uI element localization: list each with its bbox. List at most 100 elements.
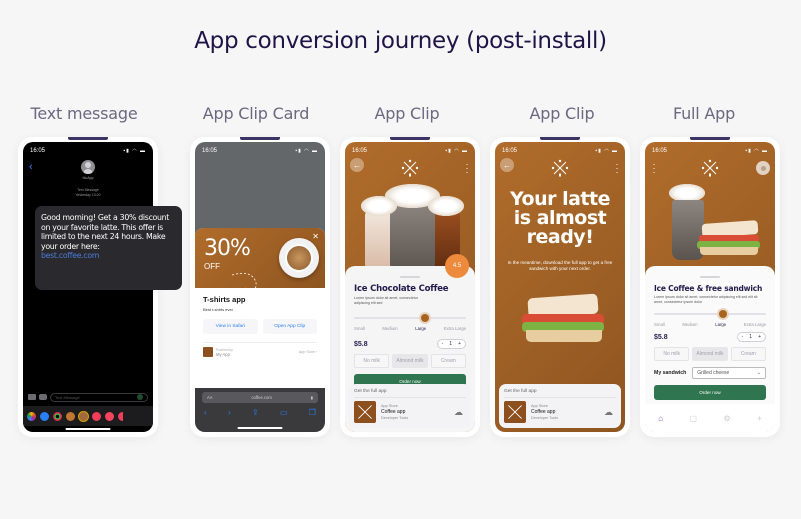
size-large[interactable]: Large xyxy=(415,326,426,331)
status-time: 16:05 xyxy=(352,148,368,154)
sandwich-select[interactable]: Grilled cheese ⌄ xyxy=(692,367,766,379)
text-message-input[interactable]: Text Message xyxy=(50,392,148,402)
app-store-app-icon[interactable] xyxy=(40,411,49,421)
milk-option-no-milk[interactable]: No milk xyxy=(654,347,690,361)
milk-option-almond[interactable]: Almond milk xyxy=(692,347,728,361)
increment-button[interactable]: + xyxy=(758,334,761,340)
tab-bag-icon[interactable]: ▢ xyxy=(690,414,698,423)
milk-option-almond[interactable]: Almond milk xyxy=(392,354,428,368)
safari-toolbar: AA coffee.com ▮ ‹ › ⇪ ▭ ❐ xyxy=(195,388,325,432)
signal-wifi-battery-icon: ▪︎▮ ◠ ▬ xyxy=(595,148,618,154)
back-arrow-button[interactable]: ← xyxy=(350,158,364,172)
bookmarks-icon[interactable]: ▭ xyxy=(280,408,288,417)
open-app-clip-button[interactable]: Open App Clip xyxy=(262,319,317,334)
download-cloud-icon[interactable]: ☁ xyxy=(454,407,463,418)
sheet-handle[interactable] xyxy=(400,276,420,278)
label-text-message: Text message xyxy=(30,104,138,123)
powered-by-row: Powered by My App App Store › xyxy=(203,342,317,357)
tab-settings-icon[interactable]: ⚙ xyxy=(724,414,731,423)
milk-option-cream[interactable]: Cream xyxy=(730,347,766,361)
sms-link[interactable]: best.coffee.com xyxy=(41,251,176,261)
milk-option-cream[interactable]: Cream xyxy=(430,354,466,368)
signal-wifi-battery-icon: ▪︎▮ ◠ ▬ xyxy=(745,148,768,154)
signal-wifi-battery-icon: ▪︎▮ ◠ ▬ xyxy=(295,148,318,154)
send-icon[interactable] xyxy=(137,394,143,400)
size-small[interactable]: Small xyxy=(654,322,665,327)
photos-app-icon[interactable] xyxy=(27,411,36,421)
tabs-icon[interactable]: ❐ xyxy=(309,408,316,417)
clip-card-body: T-shirts app Best t-shirts ever View in … xyxy=(195,288,325,364)
camera-icon[interactable] xyxy=(28,394,36,400)
coffee-app-icon xyxy=(354,401,376,423)
chevron-down-icon: ⌄ xyxy=(756,370,761,376)
more-app-icon[interactable] xyxy=(118,411,123,421)
app-developer: Developer Tools xyxy=(381,416,409,420)
menu-icon[interactable]: · · · xyxy=(651,160,657,177)
tab-add-icon[interactable]: + xyxy=(757,414,762,423)
increment-button[interactable]: + xyxy=(458,341,461,347)
get-full-app-label: Get the full app xyxy=(354,389,466,398)
size-large[interactable]: Large xyxy=(715,322,726,327)
size-medium[interactable]: Medium xyxy=(682,322,697,327)
size-slider-knob[interactable] xyxy=(718,310,727,318)
clip-app-name: T-shirts app xyxy=(203,295,246,304)
size-slider-knob[interactable] xyxy=(421,314,430,322)
animoji-app-icon[interactable] xyxy=(79,411,88,421)
size-extra-large[interactable]: Extra Large xyxy=(744,322,766,327)
memoji-app-icon[interactable] xyxy=(66,411,75,421)
back-icon[interactable]: ‹ xyxy=(204,408,207,417)
my-app-icon xyxy=(203,347,213,357)
forward-icon[interactable]: › xyxy=(228,408,231,417)
size-extra-large[interactable]: Extra Large xyxy=(444,326,466,331)
sandwich-label: My sandwich xyxy=(654,370,687,376)
app-store-row: App Store Coffee app Developer Tools ☁ xyxy=(504,401,616,423)
imessage-app-tray xyxy=(23,406,153,426)
quantity-value: 1 xyxy=(449,341,453,347)
get-full-app-banner[interactable]: Get the full app App Store Coffee app De… xyxy=(349,384,471,428)
microphone-icon[interactable]: ▮ xyxy=(311,395,313,400)
milk-options: No milk Almond milk Cream xyxy=(354,354,466,368)
view-in-safari-button[interactable]: View in Safari xyxy=(203,319,258,334)
app-name: Coffee app xyxy=(531,409,556,415)
tab-home-icon[interactable]: ⌂ xyxy=(658,414,663,423)
order-now-button[interactable]: Order now xyxy=(654,385,766,400)
quantity-stepper[interactable]: -1 + xyxy=(436,339,466,349)
sheet-handle[interactable] xyxy=(700,276,720,278)
size-medium[interactable]: Medium xyxy=(382,326,397,331)
safari-address-bar[interactable]: AA coffee.com ▮ xyxy=(202,392,318,403)
size-slider[interactable] xyxy=(654,310,766,318)
clip-app-subtitle: Best t-shirts ever xyxy=(203,307,234,312)
more-menu-icon[interactable]: · · · xyxy=(464,160,470,177)
full-app-screen: 16:05 ▪︎▮ ◠ ▬ · · · Ice Coffee & free sand… xyxy=(645,142,775,432)
coffee-logo-icon xyxy=(551,159,569,177)
contact-avatar[interactable] xyxy=(81,160,95,174)
sms-message-text: Good morning! Get a 30% discount on your… xyxy=(41,213,170,251)
coffee-cup-image xyxy=(279,238,319,278)
back-arrow-button[interactable]: ← xyxy=(500,158,514,172)
search-images-app-icon[interactable] xyxy=(92,411,101,421)
back-chevron-icon[interactable]: ‹ xyxy=(29,161,33,173)
download-cloud-icon[interactable]: ☁ xyxy=(604,407,613,418)
size-slider[interactable] xyxy=(354,314,466,322)
app-store-link[interactable]: App Store › xyxy=(299,350,317,354)
more-menu-icon[interactable]: · · · xyxy=(614,160,620,177)
product-description: Lorem ipsum dolor sit amet, consectetur … xyxy=(654,295,758,304)
milk-option-no-milk[interactable]: No milk xyxy=(354,354,390,368)
close-icon[interactable]: ✕ xyxy=(312,232,319,241)
price-row: $5.8 -1 + xyxy=(354,339,466,349)
size-small[interactable]: Small xyxy=(354,326,365,331)
decrement-button[interactable]: - xyxy=(742,334,744,340)
phone-app-clip-order: 16:05 ▪︎▮ ◠ ▬ ← · · · 4.5 Ice Chocolate Co… xyxy=(340,137,480,437)
app-store-icon[interactable] xyxy=(39,394,47,400)
quantity-stepper[interactable]: -1 + xyxy=(736,332,766,342)
profile-avatar[interactable] xyxy=(756,161,770,175)
share-icon[interactable]: ⇪ xyxy=(252,408,259,417)
app-name: Coffee app xyxy=(381,409,406,415)
sms-message-bubble[interactable]: Good morning! Get a 30% discount on your… xyxy=(35,206,182,290)
home-indicator xyxy=(237,427,283,429)
decrement-button[interactable]: - xyxy=(442,341,444,347)
activity-app-icon[interactable] xyxy=(53,411,62,421)
get-full-app-banner[interactable]: Get the full app App Store Coffee app De… xyxy=(499,384,621,428)
music-app-icon[interactable] xyxy=(105,411,114,421)
